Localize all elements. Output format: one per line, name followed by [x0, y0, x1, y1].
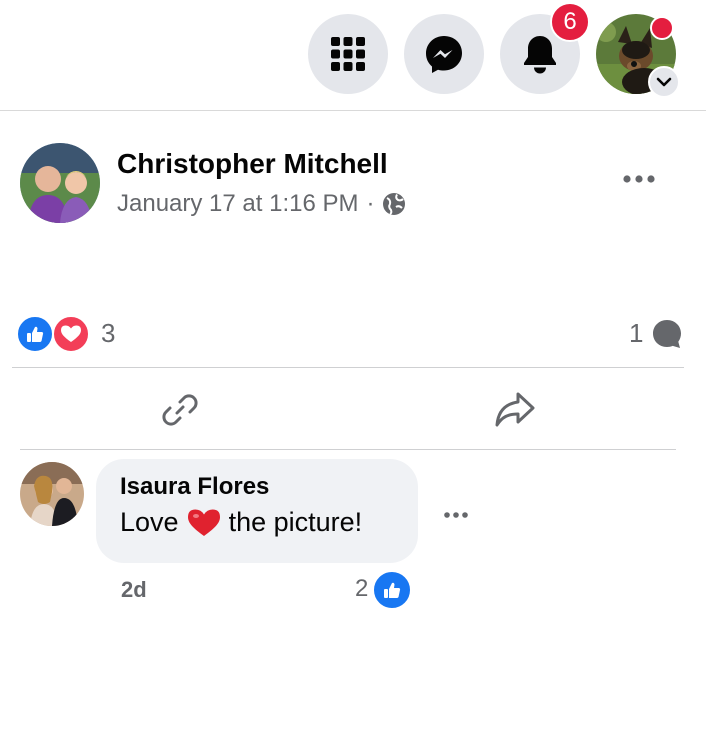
more-options-icon — [623, 175, 655, 183]
link-icon — [162, 394, 198, 426]
bell-icon — [524, 36, 556, 74]
commenter-photo-icon — [20, 462, 84, 526]
more-options-icon — [444, 512, 468, 518]
comment-text-start: Love — [120, 507, 179, 537]
post-meta: January 17 at 1:16 PM · — [117, 190, 406, 218]
menu-grid-icon — [331, 37, 365, 71]
comment-text-end: the picture! — [228, 507, 363, 537]
actions-divider — [20, 449, 676, 450]
love-reaction-icon — [52, 315, 90, 353]
post-more-button[interactable] — [622, 172, 656, 190]
share-icon — [495, 392, 535, 427]
meta-separator: · — [366, 190, 375, 217]
comment-count-icon — [651, 318, 683, 355]
share-button[interactable] — [494, 390, 536, 435]
copy-link-button[interactable] — [160, 390, 200, 435]
comment-time[interactable]: 2d — [121, 577, 147, 603]
messenger-button[interactable] — [404, 14, 484, 94]
comment-text: Love the picture! — [120, 507, 394, 538]
account-menu-button[interactable] — [648, 66, 680, 98]
menu-button[interactable] — [308, 14, 388, 94]
like-reaction-icon — [16, 315, 54, 353]
reaction-count[interactable]: 3 — [101, 318, 115, 349]
comment-more-button[interactable] — [443, 507, 469, 525]
author-avatar[interactable] — [20, 143, 100, 223]
messenger-icon — [426, 36, 462, 73]
comment-bubble: Isaura Flores Love the picture! — [96, 459, 418, 563]
notification-badge: 6 — [550, 2, 590, 42]
chevron-down-icon — [656, 77, 672, 87]
red-heart-emoji-icon — [187, 509, 220, 536]
post-timestamp[interactable]: January 17 at 1:16 PM — [117, 190, 358, 218]
author-photo-icon — [20, 143, 100, 223]
author-name[interactable]: Christopher Mitchell — [117, 148, 388, 180]
comment-count[interactable]: 1 — [629, 318, 643, 349]
commenter-name[interactable]: Isaura Flores — [120, 473, 394, 501]
comment-like-icon — [372, 570, 412, 610]
globe-icon — [383, 193, 406, 215]
reactions-divider — [12, 367, 684, 368]
commenter-avatar[interactable] — [20, 462, 84, 526]
status-dot — [650, 16, 674, 40]
comment-like-count[interactable]: 2 — [355, 575, 368, 603]
